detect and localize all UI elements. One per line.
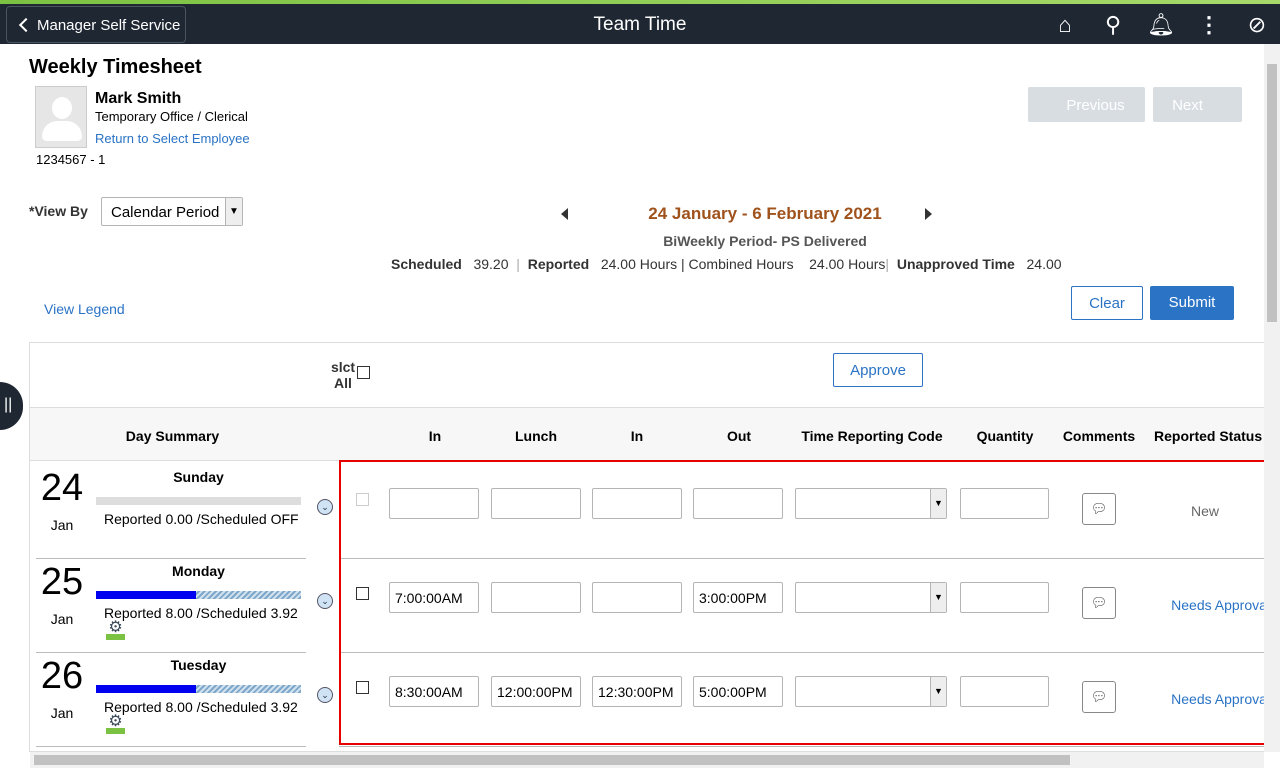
page-title: Weekly Timesheet (29, 56, 202, 78)
hours-bar (96, 497, 301, 505)
hours-summary: Scheduled 39.20 | Reported 24.00 Hours |… (391, 256, 1062, 272)
expand-day-icon[interactable]: ⌄ (317, 593, 333, 609)
clear-button[interactable]: Clear (1071, 286, 1143, 320)
col-day-summary: Day Summary (125, 428, 220, 444)
view-legend-link[interactable]: View Legend (44, 301, 125, 317)
col-in-2: In (630, 428, 644, 444)
col-lunch: Lunch (515, 428, 557, 444)
vertical-scrollbar[interactable] (1264, 44, 1280, 752)
submit-button[interactable]: Submit (1150, 286, 1234, 320)
period-range: 24 January - 6 February 2021 (648, 204, 882, 223)
sidebar-toggle-handle[interactable]: || (0, 382, 23, 430)
expand-day-icon[interactable]: ⌄ (317, 499, 333, 515)
col-quantity: Quantity (976, 428, 1034, 444)
col-comments: Comments (1062, 428, 1136, 444)
hours-bar (96, 591, 301, 599)
avatar (35, 86, 87, 148)
select-all-checkbox[interactable] (357, 366, 370, 379)
weekday: Tuesday (170, 657, 227, 673)
search-icon[interactable]: ⚲ (1100, 12, 1126, 38)
employee-id: 1234567 - 1 (36, 152, 106, 167)
view-by-label: *View By (29, 203, 88, 219)
schedule-gear-icon[interactable]: ⚙ (106, 620, 125, 640)
back-button[interactable]: Manager Self Service (6, 6, 186, 43)
grid-header-row: Day Summary In Lunch In Out Time Reporti… (30, 407, 1270, 461)
home-icon[interactable]: ⌂ (1052, 12, 1078, 38)
col-out: Out (726, 428, 752, 444)
compass-icon[interactable]: ⊘ (1244, 12, 1270, 38)
day-number: 24 (40, 467, 84, 509)
view-by-select[interactable]: Calendar Period ▼ (101, 197, 243, 226)
app-title: Team Time (593, 14, 687, 35)
expand-day-icon[interactable]: ⌄ (317, 687, 333, 703)
day-summary-text: Reported 0.00 /Scheduled OFF (104, 511, 299, 527)
next-button[interactable]: Next (1153, 87, 1242, 122)
col-in: In (428, 428, 442, 444)
next-period-arrow[interactable] (925, 208, 932, 220)
day-month: Jan (50, 611, 74, 627)
day-number: 26 (40, 655, 84, 697)
period-type: BiWeekly Period- PS Delivered (663, 233, 867, 249)
return-to-select-employee-link[interactable]: Return to Select Employee (95, 131, 250, 146)
schedule-gear-icon[interactable]: ⚙ (106, 714, 125, 734)
header: Manager Self Service Team Time ⌂ ⚲ 🔔︎ ⋮ … (0, 4, 1280, 44)
chevron-down-icon: ▼ (225, 198, 242, 225)
hours-bar (96, 685, 301, 693)
day-number: 25 (40, 561, 84, 603)
day-month: Jan (50, 705, 74, 721)
horizontal-scrollbar[interactable] (30, 752, 1264, 768)
day-summary-text: Reported 8.00 /Scheduled 3.92 (104, 699, 298, 715)
employee-name: Mark Smith (95, 90, 182, 107)
bell-icon[interactable]: 🔔︎ (1147, 12, 1175, 38)
approve-button[interactable]: Approve (833, 353, 923, 387)
highlight-box (339, 460, 1268, 745)
day-summary-text: Reported 8.00 /Scheduled 3.92 (104, 605, 298, 621)
col-reported-status: Reported Status (1154, 428, 1263, 444)
weekday: Monday (172, 563, 225, 579)
weekday: Sunday (173, 469, 224, 485)
select-all-label: slct All (330, 359, 356, 391)
more-icon[interactable]: ⋮ (1196, 12, 1222, 38)
col-time-reporting-code: Time Reporting Code (801, 428, 943, 444)
employee-job: Temporary Office / Clerical (95, 109, 248, 124)
previous-button[interactable]: Previous (1028, 87, 1145, 122)
day-month: Jan (50, 517, 74, 533)
